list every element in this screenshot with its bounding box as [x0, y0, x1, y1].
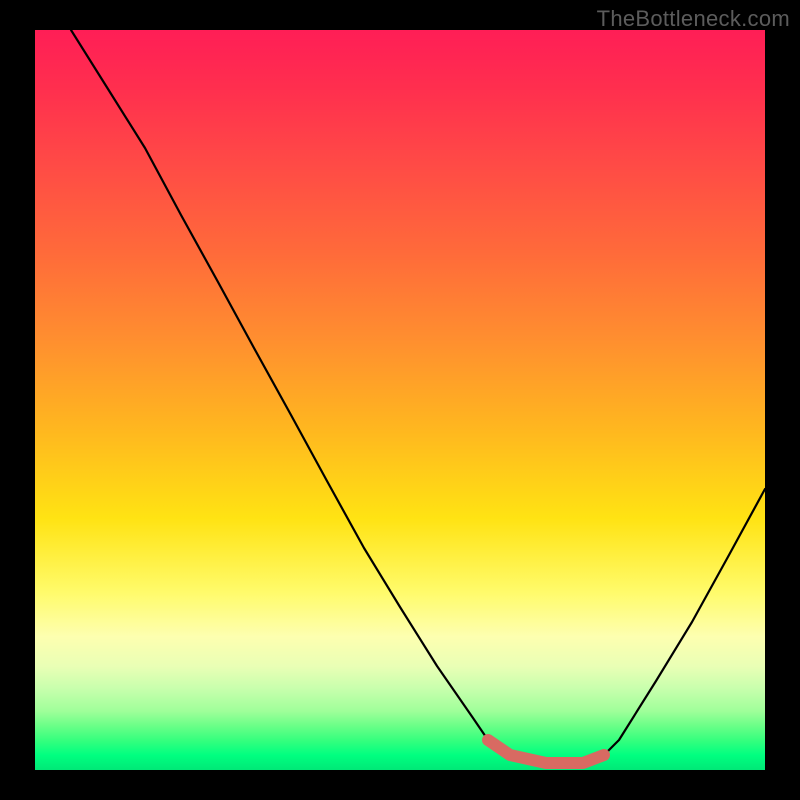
watermark-text: TheBottleneck.com — [597, 6, 790, 32]
bottleneck-curve-line — [71, 30, 765, 763]
curve-layer — [35, 30, 765, 770]
chart-frame: TheBottleneck.com — [0, 0, 800, 800]
plot-area — [35, 30, 765, 770]
dip-highlight — [488, 740, 604, 763]
